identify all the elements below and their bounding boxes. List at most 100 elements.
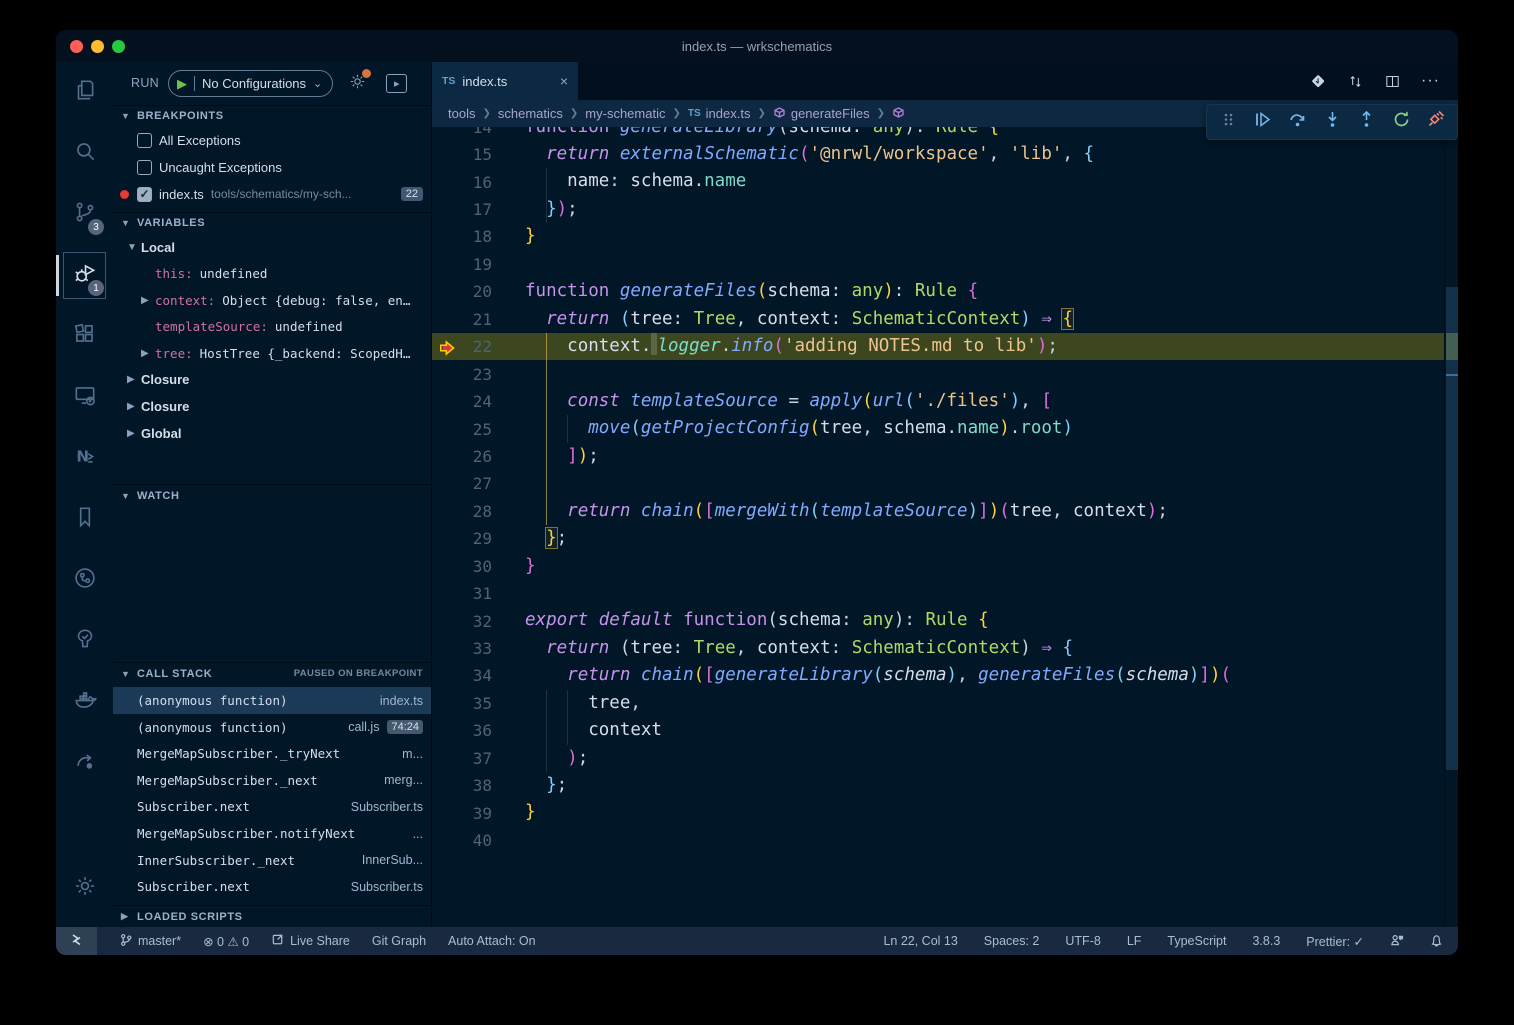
breakpoint-checkbox[interactable]: ✓ — [137, 187, 152, 202]
call-stack-frame[interactable]: InnerSubscriber._nextInnerSub... — [113, 847, 431, 874]
statusbar-eol[interactable]: LF — [1127, 934, 1142, 948]
restart-button[interactable] — [1384, 105, 1419, 139]
activitybar-item-docker[interactable] — [56, 672, 113, 733]
watch-section-header[interactable]: ▼ WATCH — [113, 484, 431, 506]
statusbar-git-branch[interactable]: master* — [119, 933, 181, 950]
gutter-line-24[interactable]: 24 — [432, 388, 525, 415]
editor-scrollbar[interactable] — [1444, 127, 1458, 927]
gutter-line-32[interactable]: 32 — [432, 607, 525, 634]
synchronize-changes-icon[interactable] — [1347, 73, 1364, 90]
debug-configuration-dropdown[interactable]: ▶ No Configurations ⌄ — [168, 70, 333, 97]
statusbar-prettier[interactable]: Prettier: ✓ — [1306, 934, 1364, 949]
breakpoint-row[interactable]: Uncaught Exceptions — [113, 154, 431, 181]
activitybar-item-manage[interactable] — [56, 858, 113, 919]
statusbar-cursor-position[interactable]: Ln 22, Col 13 — [883, 934, 957, 948]
variables-scope-row[interactable]: ▶Global — [113, 420, 431, 447]
breakpoint-row[interactable]: All Exceptions — [113, 127, 431, 154]
activitybar-item-git-history[interactable] — [56, 550, 113, 611]
gutter-line-18[interactable]: 18 — [432, 223, 525, 250]
gutter-line-21[interactable]: 21 — [432, 306, 525, 333]
statusbar-feedback[interactable] — [1390, 933, 1404, 950]
variable-row[interactable]: this:undefined — [113, 260, 431, 287]
call-stack-frame[interactable]: MergeMapSubscriber._tryNextm... — [113, 740, 431, 767]
step-out-button[interactable] — [1349, 105, 1384, 139]
variable-row[interactable]: ▶context:Object {debug: false, en… — [113, 287, 431, 314]
breadcrumb-item[interactable]: my-schematic — [585, 106, 665, 121]
gutter-line-14[interactable]: 14 — [432, 127, 525, 141]
breadcrumb-item[interactable]: schematics — [498, 106, 563, 121]
activitybar-item-run-and-debug[interactable]: 1 — [56, 245, 113, 306]
gutter-line-28[interactable]: 28 — [432, 498, 525, 525]
call-stack-frame[interactable]: MergeMapSubscriber.notifyNext... — [113, 820, 431, 847]
activitybar-item-testing[interactable] — [56, 611, 113, 672]
activitybar-item-nx-console[interactable]: N — [56, 428, 113, 489]
call-stack-frame[interactable]: MergeMapSubscriber._nextmerg... — [113, 767, 431, 794]
activitybar-item-explorer[interactable] — [56, 62, 113, 123]
breadcrumb-item[interactable]: tools — [448, 106, 475, 121]
scrollbar-thumb[interactable] — [1446, 287, 1458, 770]
debug-toolbar-gripper[interactable] — [1211, 105, 1246, 139]
variable-row[interactable]: templateSource:undefined — [113, 313, 431, 340]
activitybar-item-remote-explorer[interactable] — [56, 367, 113, 428]
close-tab-icon[interactable]: × — [560, 73, 568, 89]
continue-button[interactable] — [1246, 105, 1281, 139]
activitybar-item-search[interactable] — [56, 123, 113, 184]
gutter-line-33[interactable]: 33 — [432, 635, 525, 662]
gutter-line-23[interactable]: 23 — [432, 360, 525, 387]
gutter-line-22[interactable]: 22 — [432, 333, 525, 360]
step-over-button[interactable] — [1280, 105, 1315, 139]
call-stack-frame[interactable]: Subscriber.nextSubscriber.ts — [113, 794, 431, 821]
variables-scope-row[interactable]: ▶Closure — [113, 367, 431, 394]
call-stack-frame[interactable]: (anonymous function)call.js74:24 — [113, 714, 431, 741]
gutter-line-40[interactable]: 40 — [432, 827, 525, 854]
gutter-line-17[interactable]: 17 — [432, 196, 525, 223]
statusbar-encoding[interactable]: UTF-8 — [1065, 934, 1100, 948]
breadcrumb-item[interactable] — [892, 106, 910, 122]
statusbar-problems[interactable]: ⊗ 0 ⚠ 0 — [203, 934, 249, 949]
activitybar-item-source-control[interactable]: 3 — [56, 184, 113, 245]
breakpoint-checkbox[interactable] — [137, 133, 152, 148]
tab-index-ts[interactable]: TS index.ts × — [432, 62, 578, 100]
gutter-line-35[interactable]: 35 — [432, 690, 525, 717]
gutter-line-36[interactable]: 36 — [432, 717, 525, 744]
variables-section-header[interactable]: ▼ VARIABLES — [113, 212, 431, 234]
statusbar-git-graph[interactable]: Git Graph — [372, 934, 426, 948]
gutter-line-34[interactable]: 34 — [432, 662, 525, 689]
gutter-line-37[interactable]: 37 — [432, 745, 525, 772]
step-into-button[interactable] — [1315, 105, 1350, 139]
variables-scope-row[interactable]: ▶Closure — [113, 393, 431, 420]
gutter-line-26[interactable]: 26 — [432, 443, 525, 470]
debug-console-button[interactable]: ▸ — [386, 74, 407, 93]
breakpoint-row[interactable]: ✓index.tstools/schematics/my-sch...22 — [113, 181, 431, 208]
gutter-line-20[interactable]: 20 — [432, 278, 525, 305]
statusbar-auto-attach[interactable]: Auto Attach: On — [448, 934, 536, 948]
breakpoints-section-header[interactable]: ▼ BREAKPOINTS — [113, 105, 431, 127]
activitybar-item-live-share[interactable] — [56, 733, 113, 794]
breakpoint-checkbox[interactable] — [137, 160, 152, 175]
gutter-line-19[interactable]: 19 — [432, 251, 525, 278]
call-stack-frame[interactable]: (anonymous function)index.ts — [113, 687, 431, 714]
open-changes-icon[interactable] — [1310, 73, 1327, 90]
gutter-line-38[interactable]: 38 — [432, 772, 525, 799]
statusbar-remote-indicator[interactable] — [56, 927, 97, 955]
gutter-line-30[interactable]: 30 — [432, 553, 525, 580]
gutter-line-29[interactable]: 29 — [432, 525, 525, 552]
activitybar-item-extensions[interactable] — [56, 306, 113, 367]
statusbar-notifications[interactable] — [1430, 933, 1444, 950]
split-editor-icon[interactable] — [1384, 73, 1401, 90]
gutter-line-39[interactable]: 39 — [432, 799, 525, 826]
variables-scope-row[interactable]: ▼Local — [113, 234, 431, 261]
loaded-scripts-section-header[interactable]: ▶ LOADED SCRIPTS — [113, 905, 431, 927]
statusbar-ts-version[interactable]: 3.8.3 — [1252, 934, 1280, 948]
breadcrumb-item[interactable]: generateFiles — [773, 106, 870, 122]
statusbar-language-mode[interactable]: TypeScript — [1167, 934, 1226, 948]
start-debug-icon[interactable]: ▶ — [177, 77, 187, 90]
breadcrumb-item[interactable]: TSindex.ts — [688, 106, 751, 121]
gutter-line-16[interactable]: 16 — [432, 168, 525, 195]
gutter-line-25[interactable]: 25 — [432, 415, 525, 442]
configure-launch-button[interactable] — [348, 72, 367, 94]
gutter-line-27[interactable]: 27 — [432, 470, 525, 497]
more-actions-icon[interactable]: ··· — [1421, 72, 1440, 90]
call-stack-section-header[interactable]: ▼ CALL STACK PAUSED ON BREAKPOINT — [113, 662, 431, 684]
statusbar-indentation[interactable]: Spaces: 2 — [984, 934, 1040, 948]
